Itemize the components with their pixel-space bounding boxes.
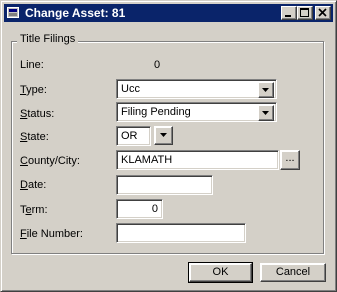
- minimize-icon: [285, 15, 291, 17]
- file-number-label-hotkey: F: [20, 228, 27, 240]
- app-icon: [7, 7, 19, 18]
- county-city-value: KLAMATH: [121, 154, 173, 166]
- county-browse-button[interactable]: ...: [280, 150, 300, 170]
- state-value: OR: [121, 130, 138, 142]
- ok-button[interactable]: OK: [188, 262, 253, 283]
- type-value: Ucc: [121, 83, 140, 95]
- line-value: 0: [154, 59, 161, 71]
- maximize-button[interactable]: [297, 6, 313, 20]
- term-label-rest: rm:: [31, 204, 48, 216]
- county-label-hotkey: C: [20, 155, 28, 167]
- date-label: Date:: [20, 179, 46, 191]
- type-label-rest: ype:: [26, 84, 47, 96]
- status-value: Filing Pending: [121, 106, 191, 118]
- date-label-hotkey: D: [20, 179, 28, 191]
- status-select[interactable]: Filing Pending: [116, 102, 277, 122]
- type-select[interactable]: Ucc: [116, 79, 277, 99]
- county-label-rest: ounty/City:: [27, 155, 80, 167]
- minimize-button[interactable]: [281, 6, 297, 20]
- status-label-rest: tatus:: [27, 108, 55, 120]
- cancel-button[interactable]: Cancel: [260, 263, 326, 282]
- county-city-input[interactable]: KLAMATH: [116, 150, 279, 170]
- file-number-label-rest: ile Number:: [26, 228, 83, 240]
- close-icon: [318, 8, 327, 17]
- chevron-down-icon: [262, 88, 269, 92]
- state-dropdown-button[interactable]: [154, 126, 173, 145]
- type-dropdown-button[interactable]: [258, 82, 274, 98]
- date-input[interactable]: [116, 175, 213, 195]
- maximize-icon: [300, 8, 309, 17]
- county-city-label: County/City:: [20, 155, 80, 167]
- file-number-input[interactable]: [116, 223, 246, 243]
- status-dropdown-button[interactable]: [258, 105, 274, 121]
- ok-label: OK: [212, 266, 229, 278]
- state-label: State:: [20, 131, 49, 143]
- status-label: Status:: [20, 108, 54, 120]
- chevron-down-icon: [262, 111, 269, 115]
- title-bar[interactable]: Change Asset: 81: [4, 4, 333, 22]
- date-label-rest: ate:: [27, 179, 47, 191]
- window-title: Change Asset: 81: [25, 6, 126, 20]
- file-number-label: File Number:: [20, 228, 83, 240]
- state-label-rest: tate:: [27, 131, 49, 143]
- type-label: Type:: [20, 84, 47, 96]
- chevron-down-icon: [160, 133, 167, 137]
- close-button[interactable]: [315, 6, 331, 20]
- change-asset-dialog: Change Asset: 81 Title Filings Line: 0 T…: [0, 0, 337, 292]
- term-value: 0: [151, 203, 158, 215]
- group-caption: Title Filings: [17, 33, 79, 45]
- term-input[interactable]: 0: [116, 199, 163, 219]
- term-label: Term:: [20, 204, 48, 216]
- county-browse-label: ...: [285, 152, 295, 164]
- cancel-label: Cancel: [275, 266, 311, 278]
- line-label: Line:: [20, 59, 44, 71]
- state-input[interactable]: OR: [116, 126, 151, 146]
